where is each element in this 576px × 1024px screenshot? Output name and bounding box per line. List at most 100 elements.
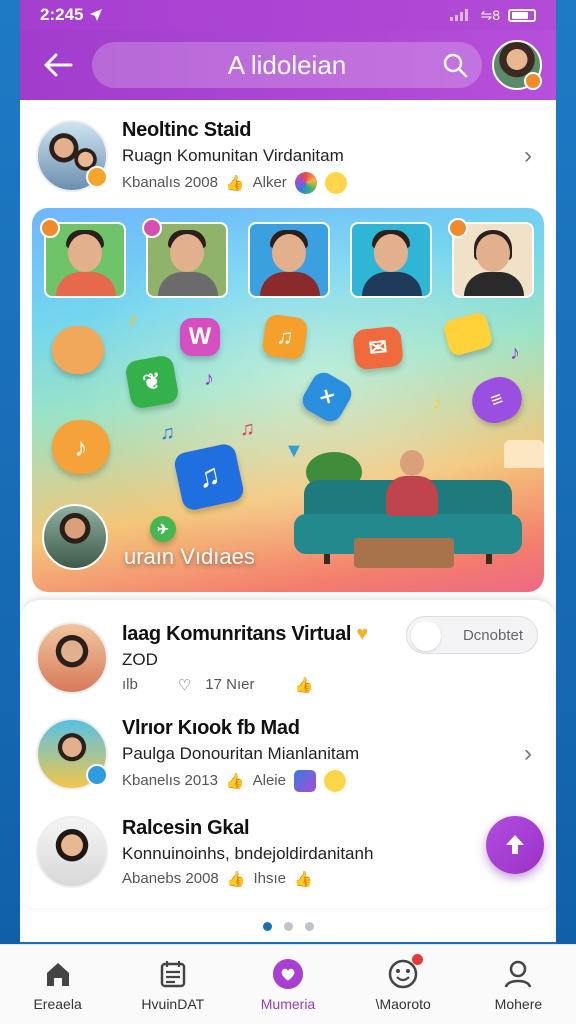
nav-label-messages: \Maoroto: [375, 995, 431, 1012]
person-on-sofa: [382, 450, 442, 530]
person-head: [400, 450, 424, 476]
list-avatar: [36, 622, 108, 694]
reaction-icon: [293, 769, 316, 792]
video-tile-5[interactable]: [448, 218, 534, 298]
page-dot-active[interactable]: [262, 922, 272, 931]
list-item[interactable]: Ralcesin Gkal Konnuinoinhs, bndejoldirda…: [20, 810, 556, 894]
mail-app-icon: ✉: [352, 325, 404, 371]
verified-badge-icon: [86, 764, 108, 786]
hero-label: uraın Vıdıaes: [124, 544, 255, 569]
tile-face: [272, 234, 306, 272]
nav-item-calendar[interactable]: HvuinDAT: [115, 945, 230, 1024]
back-button[interactable]: [34, 41, 82, 89]
status-bar: 2:245 ⇋8: [20, 0, 556, 30]
tile-body: [260, 272, 320, 296]
list-meta-left: ılb: [122, 676, 138, 693]
featured-date: Kbanalıs 2008: [122, 174, 218, 191]
music-badge-icon: ♪: [52, 420, 110, 474]
featured-meta: Kbanalıs 2008 👍 Alker: [122, 171, 516, 194]
page-dot[interactable]: [283, 922, 293, 931]
meta-group: ♡ 17 Nıer: [178, 676, 255, 694]
like-icon[interactable]: 👍: [295, 676, 314, 694]
hero-avatar[interactable]: [42, 504, 108, 570]
toggle-label: Dcnobtet: [462, 626, 523, 644]
search-icon[interactable]: [442, 52, 468, 78]
nav-item-community[interactable]: Mumeria: [230, 945, 345, 1024]
location-arrow-icon: [90, 9, 103, 21]
video-tile-4[interactable]: [350, 222, 432, 298]
connect-toggle[interactable]: Dcnobtet: [406, 616, 538, 654]
list-avatar: [36, 816, 108, 888]
search-bar[interactable]: A lidoleian: [92, 42, 482, 88]
tile-badge-icon: [142, 218, 162, 238]
device-frame-right: [556, 0, 576, 1024]
list-item[interactable]: Vlrıor Kıook fb Mad Paulga Donouritan Mi…: [20, 712, 556, 796]
back-arrow-icon: [44, 53, 73, 77]
list-meta: ılb ♡ 17 Nıer 👍: [122, 676, 540, 694]
page-dot[interactable]: [304, 922, 314, 931]
like-icon[interactable]: 👍: [226, 174, 245, 192]
clock-text: 2:245: [40, 5, 84, 24]
list-title: Vlrıor Kıook fb Mad: [122, 716, 300, 739]
music-note-icon: ♫: [240, 418, 255, 440]
main-content: Neoltinc Staid Ruagn Komunitan Virdanita…: [20, 100, 556, 942]
tile-body: [464, 272, 524, 296]
list-title-text: laag Komunritans Virtual: [122, 622, 352, 645]
profile-icon: [502, 958, 534, 990]
notification-badge: [412, 953, 424, 965]
video-tile-2[interactable]: [142, 218, 228, 298]
toggle-knob: [411, 621, 441, 651]
user-avatar[interactable]: [492, 40, 542, 90]
page-indicator: [20, 922, 556, 931]
list-meta: Abanebs 2008 👍 Ihsıe 👍: [122, 870, 516, 888]
music-note-icon: ♪: [432, 392, 442, 414]
featured-avatar: [36, 120, 108, 192]
comment-icon[interactable]: ♡: [178, 676, 191, 694]
list-meta-extra: Ihsıe: [253, 870, 286, 887]
nav-item-profile[interactable]: Mohere: [461, 945, 576, 1024]
like-icon[interactable]: 👍: [227, 870, 246, 888]
music-note-icon: ♪: [128, 308, 138, 330]
reaction-icon: [294, 171, 317, 194]
person-shirt: [386, 476, 438, 516]
music-note-icon: ♫: [160, 422, 175, 444]
chevron-right-icon[interactable]: ›: [516, 740, 540, 768]
list-title: Ralcesin Gkal: [122, 816, 250, 839]
chevron-right-icon[interactable]: ›: [516, 142, 540, 170]
nav-label-profile: Mohere: [494, 995, 543, 1012]
thumbs-up-icon[interactable]: 👍: [294, 870, 313, 888]
list-text: Ralcesin Gkal Konnuinoinhs, bndejoldirda…: [122, 817, 516, 888]
smile-emoji-icon: [323, 769, 346, 792]
heart-badge-icon: ♥: [356, 622, 368, 645]
plane-badge-icon: ✈: [150, 516, 176, 542]
tile-badge-icon: [448, 218, 468, 238]
calendar-icon: [157, 958, 189, 990]
music-app-icon: ♫: [261, 313, 309, 361]
list-avatar: [36, 718, 108, 790]
featured-title: Neoltinc Staid: [122, 118, 252, 141]
like-icon[interactable]: 👍: [226, 772, 245, 790]
community-list: laag Komunritans Virtual ♥ ZOD ılb ♡ 17 …: [20, 600, 556, 908]
tile-badge-icon: [40, 218, 60, 238]
heart-triangle-icon: ▼: [284, 440, 304, 462]
hero-banner[interactable]: W ♫ ✉ ❦ ✕ ≡ ♫ ♪ ♪ ♪ ♫ ♫ ♪ ♪ ▼ ✈ uraın Vı…: [32, 208, 544, 592]
nav-item-home[interactable]: Ereaela: [0, 945, 115, 1024]
share-arrow-icon: [506, 835, 524, 854]
nav-item-messages[interactable]: \Maoroto: [346, 945, 461, 1024]
list-date: Abanebs 2008: [122, 870, 219, 887]
featured-subtitle: Ruagn Komunitan Virdanitam: [122, 145, 344, 165]
list-subtitle: Paulga Donouritan Mianlanitam: [122, 743, 360, 763]
wifi-text: ⇋8: [480, 6, 500, 23]
tile-face: [374, 234, 408, 272]
w-app-icon: W: [180, 318, 220, 356]
list-meta-count: 17 Nıer: [205, 676, 255, 693]
tile-face: [68, 234, 102, 272]
status-time: 2:245: [40, 5, 103, 25]
music-note-icon: ♪: [510, 342, 520, 364]
share-fab-button[interactable]: [486, 816, 544, 874]
video-tile-3[interactable]: [248, 222, 330, 298]
video-tile-1[interactable]: [40, 218, 126, 298]
list-subtitle: Konnuinoinhs, bndejoldirdanitanh: [122, 843, 374, 863]
header-title: A lidoleian: [227, 49, 347, 80]
featured-post-row[interactable]: Neoltinc Staid Ruagn Komunitan Virdanita…: [20, 114, 556, 198]
